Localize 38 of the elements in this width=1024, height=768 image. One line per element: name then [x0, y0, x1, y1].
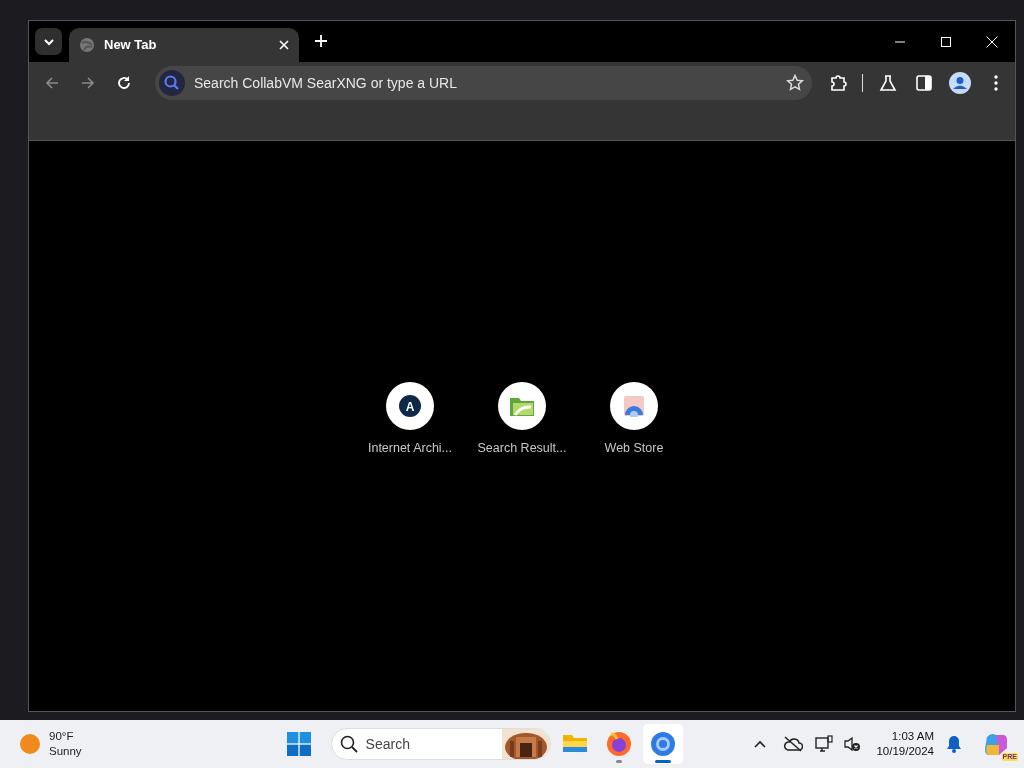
- clock[interactable]: 1:03 AM 10/19/2024: [876, 729, 934, 759]
- search-icon: [339, 735, 358, 753]
- letter-icon: A: [399, 395, 421, 417]
- close-icon[interactable]: [279, 40, 289, 50]
- weather-widget[interactable]: 90°F Sunny: [19, 729, 82, 759]
- shortcut-tile[interactable]: Web Store: [578, 382, 690, 711]
- store-icon: [622, 395, 646, 417]
- avatar-icon: [949, 72, 971, 94]
- maximize-icon: [940, 35, 952, 48]
- temperature-text: 90°F: [49, 729, 75, 744]
- search-field[interactable]: Search: [357, 732, 502, 756]
- close-icon: [986, 35, 998, 48]
- globe-icon: [79, 37, 95, 53]
- shortcut-tile[interactable]: A Internet Archi...: [354, 382, 466, 711]
- back-arrow-icon: [45, 76, 59, 90]
- forward-arrow-icon: [81, 76, 95, 90]
- weather-condition: Sunny: [49, 744, 82, 759]
- search-icon: [158, 69, 186, 97]
- chevron-down-icon: [42, 37, 55, 46]
- menu-icon: [994, 75, 998, 91]
- plus-icon: [315, 35, 327, 47]
- side-panel-icon: [916, 75, 932, 91]
- tab-search-button[interactable]: [35, 28, 62, 55]
- taskbar-app[interactable]: [642, 724, 683, 764]
- reload-icon: [116, 75, 132, 91]
- address-bar[interactable]: Search CollabVM SearXNG or type a URL: [155, 66, 812, 100]
- flask-icon: [879, 74, 897, 92]
- browser-icon: [648, 730, 677, 758]
- search-box[interactable]: Search: [330, 728, 551, 760]
- sun-icon: [19, 733, 41, 755]
- puzzle-icon: [830, 74, 848, 92]
- browser-tab[interactable]: New Tab: [69, 28, 299, 62]
- folder-icon: [509, 395, 535, 417]
- shortcut-tile[interactable]: Search Result...: [466, 382, 578, 711]
- star-icon[interactable]: [786, 74, 804, 92]
- fox-icon: [604, 730, 633, 758]
- windows-icon: [286, 732, 311, 756]
- tab-title: New Tab: [104, 36, 158, 55]
